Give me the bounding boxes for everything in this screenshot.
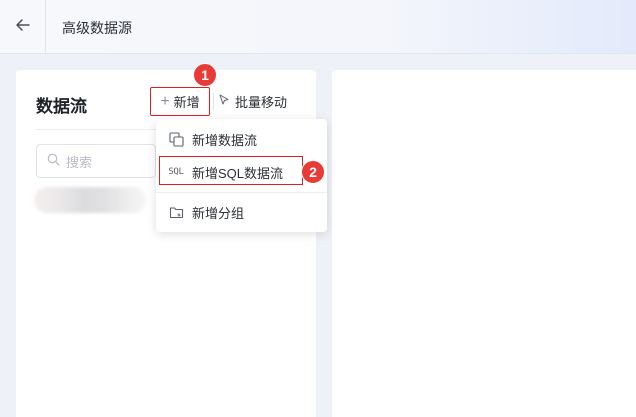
- page-title: 高级数据源: [62, 20, 132, 36]
- search-placeholder: 搜索: [66, 154, 93, 170]
- sql-icon: SQL: [168, 167, 184, 177]
- step-badge-1: 1: [193, 63, 217, 87]
- arrow-left-icon: [14, 16, 32, 39]
- menu-item-add-dataflow[interactable]: 新增数据流: [156, 123, 327, 155]
- search-icon: [47, 153, 60, 169]
- copy-squares-icon: [168, 131, 184, 147]
- add-button[interactable]: + 新增: [150, 87, 210, 116]
- back-button[interactable]: [0, 0, 46, 54]
- menu-item-label: 新增数据流: [192, 132, 258, 148]
- search-input[interactable]: 搜索: [36, 144, 156, 178]
- batch-move-label: 批量移动: [235, 95, 288, 110]
- content-panel: [332, 70, 636, 417]
- toolbar-divider: [213, 93, 214, 110]
- batch-move-button[interactable]: 批量移动: [218, 87, 287, 116]
- panel-title: 数据流: [36, 97, 87, 116]
- menu-item-label: 新增SQL数据流: [192, 165, 284, 181]
- divider: [36, 129, 156, 130]
- menu-item-label: 新增分组: [192, 205, 245, 221]
- cursor-arrow-icon: [218, 94, 230, 109]
- step-badge-2: 2: [301, 160, 325, 184]
- list-item[interactable]: [34, 187, 146, 213]
- plus-icon: +: [160, 92, 170, 110]
- top-header: 高级数据源: [0, 0, 636, 54]
- folder-icon: [168, 204, 184, 220]
- add-button-label: 新增: [173, 95, 200, 110]
- menu-divider: [156, 192, 327, 193]
- menu-item-add-group[interactable]: 新增分组: [156, 196, 327, 228]
